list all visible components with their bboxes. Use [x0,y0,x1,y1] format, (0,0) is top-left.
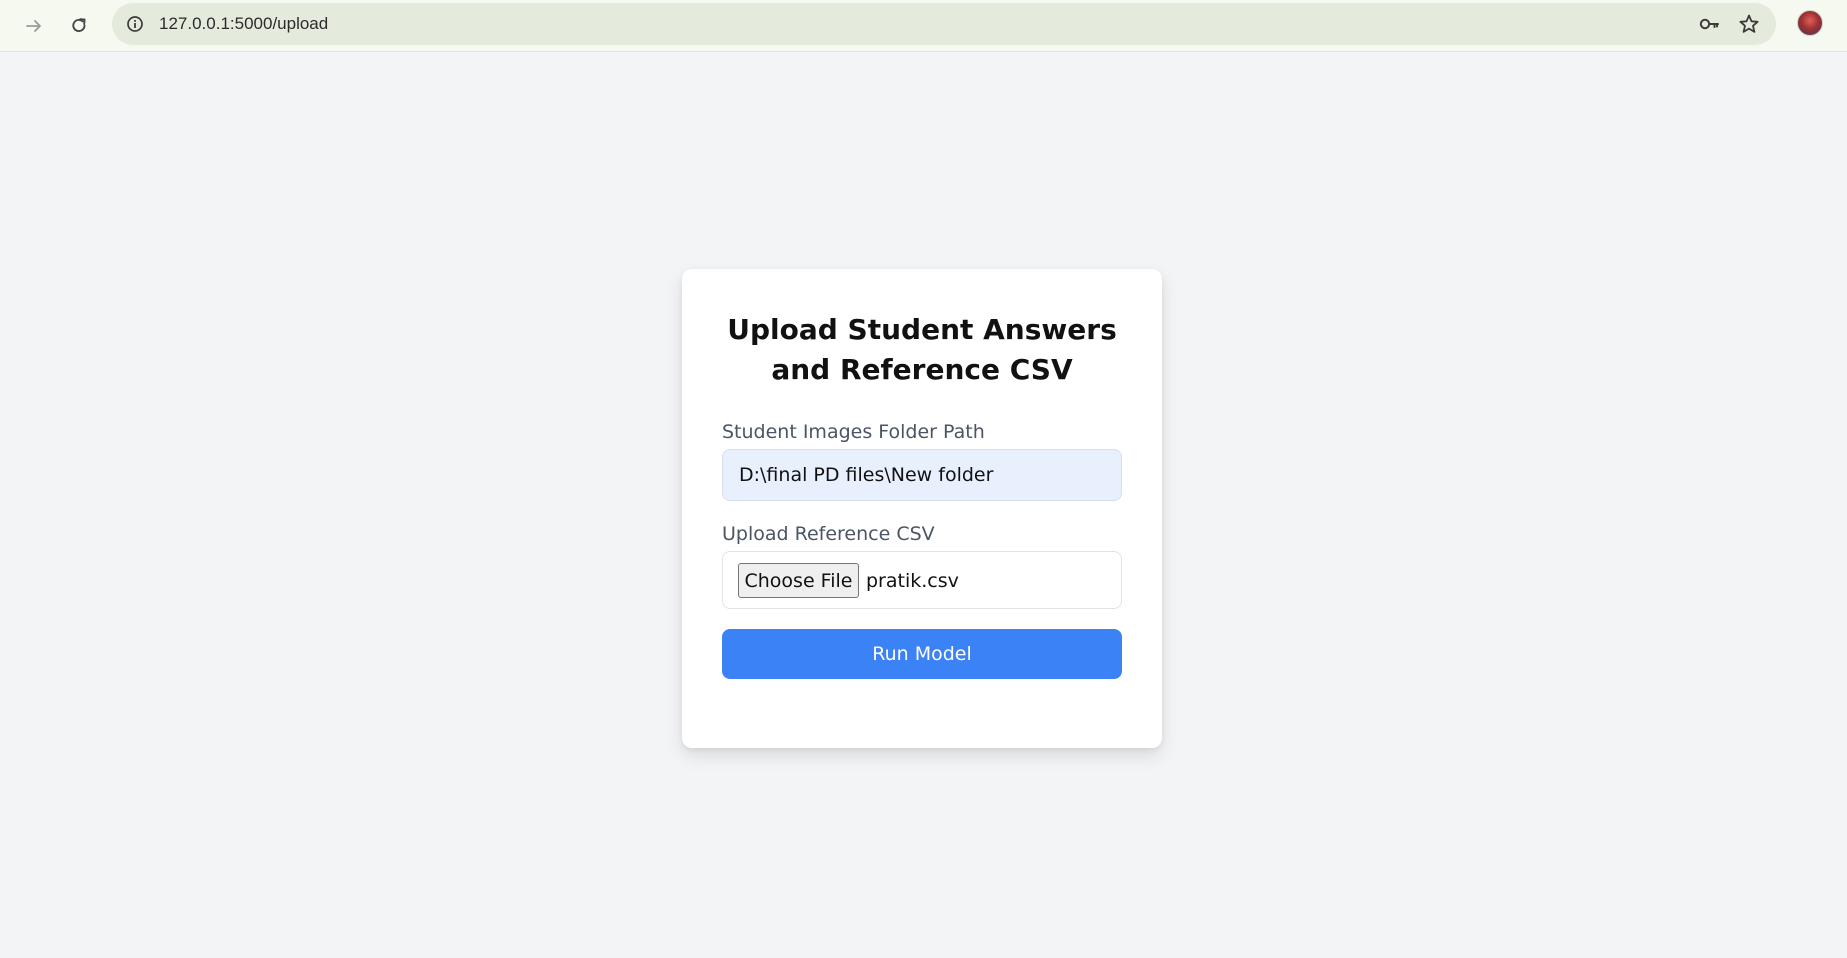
choose-file-button[interactable]: Choose File [738,563,859,598]
profile-avatar[interactable] [1797,10,1823,36]
bookmark-button[interactable] [1738,13,1760,35]
folder-path-label: Student Images Folder Path [722,421,985,443]
reference-csv-file-input[interactable]: Choose File pratik.csv [722,551,1122,609]
url-text[interactable]: 127.0.0.1:5000/upload [159,3,328,45]
folder-path-input[interactable] [722,449,1122,501]
selected-file-name: pratik.csv [866,570,959,592]
address-bar[interactable]: 127.0.0.1:5000/upload [112,3,1776,45]
key-icon [1699,18,1719,30]
upload-card: Upload Student Answers and Reference CSV… [682,269,1162,748]
info-icon [127,16,143,32]
reference-csv-label: Upload Reference CSV [722,523,935,545]
browser-toolbar: 127.0.0.1:5000/upload [0,0,1847,52]
run-model-button[interactable]: Run Model [722,629,1122,679]
reload-icon [72,18,86,33]
page-title: Upload Student Answers and Reference CSV [727,313,1117,386]
arrow-right-icon [26,20,41,32]
star-icon [1739,14,1759,33]
reload-button[interactable] [62,9,96,43]
password-manager-button[interactable] [1698,13,1720,35]
site-info-button[interactable] [124,13,146,35]
forward-button[interactable] [17,9,51,43]
